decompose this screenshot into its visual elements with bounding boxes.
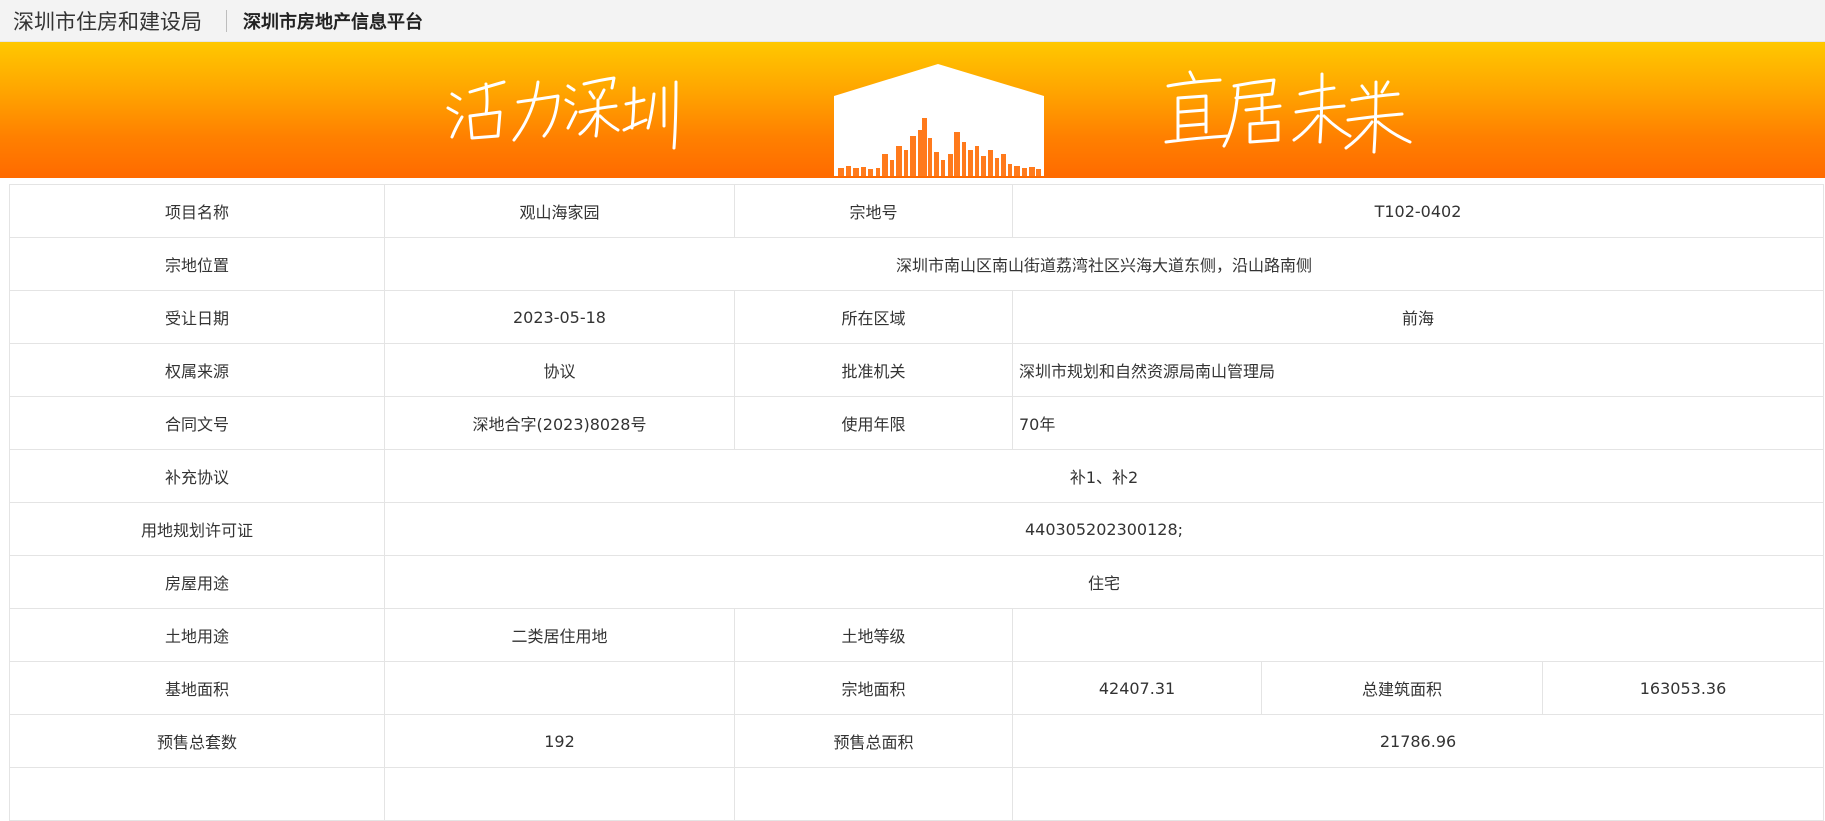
permit-value: 440305202300128; (383, 502, 1825, 556)
table-row: 预售总套数 192 预售总面积 21786.96 (9, 714, 1825, 768)
location-value: 深圳市南山区南山街道荔湾社区兴海大道东侧，沿山路南侧 (383, 237, 1825, 291)
empty-cell (734, 767, 1013, 821)
land-grade-value (1011, 608, 1825, 662)
permit-label: 用地规划许可证 (9, 502, 385, 556)
table-row: 受让日期 2023-05-18 所在区域 前海 (9, 290, 1825, 344)
transfer-date-label: 受让日期 (9, 290, 385, 344)
approval-label: 批准机关 (734, 343, 1013, 397)
presale-units-value: 192 (384, 714, 735, 768)
table-row: 土地用途 二类居住用地 土地等级 (9, 608, 1825, 662)
location-label: 宗地位置 (9, 237, 385, 291)
presale-area-label: 预售总面积 (734, 714, 1013, 768)
term-label: 使用年限 (734, 396, 1013, 450)
project-info-table: 项目名称 观山海家园 宗地号 T102-0402 宗地位置 深圳市南山区南山街道… (9, 184, 1825, 821)
lot-no-value: T102-0402 (1011, 184, 1825, 238)
lot-area-label: 宗地面积 (734, 661, 1013, 715)
house-skyline-logo (834, 64, 1044, 176)
lot-area-value: 42407.31 (1012, 661, 1262, 715)
table-row: 补充协议 补1、补2 (9, 449, 1825, 503)
project-name-label: 项目名称 (9, 184, 385, 238)
table-row: 房屋用途 住宅 (9, 555, 1825, 609)
empty-cell (1011, 767, 1825, 821)
usage-value: 住宅 (383, 555, 1825, 609)
project-info-table-wrapper: 项目名称 观山海家园 宗地号 T102-0402 宗地位置 深圳市南山区南山街道… (9, 184, 1825, 821)
presale-area-value: 21786.96 (1011, 714, 1825, 768)
project-name-value: 观山海家园 (384, 184, 735, 238)
banner-graphic (446, 64, 1412, 176)
slogan-left-calligraphy (446, 76, 678, 150)
table-row: 宗地位置 深圳市南山区南山街道荔湾社区兴海大道东侧，沿山路南侧 (9, 237, 1825, 291)
transfer-date-value: 2023-05-18 (384, 290, 735, 344)
empty-cell (9, 767, 385, 821)
org-name[interactable]: 深圳市住房和建设局 (13, 6, 202, 36)
table-row (9, 767, 1825, 821)
slogan-right-calligraphy (1164, 70, 1412, 154)
land-use-value: 二类居住用地 (384, 608, 735, 662)
contract-label: 合同文号 (9, 396, 385, 450)
table-row: 用地规划许可证 440305202300128; (9, 502, 1825, 556)
land-use-label: 土地用途 (9, 608, 385, 662)
ownership-value: 协议 (384, 343, 735, 397)
table-row: 合同文号 深地合字(2023)8028号 使用年限 70年 (9, 396, 1825, 450)
lot-no-label: 宗地号 (734, 184, 1013, 238)
table-row: 项目名称 观山海家园 宗地号 T102-0402 (9, 184, 1825, 238)
total-floor-area-label: 总建筑面积 (1261, 661, 1543, 715)
platform-name[interactable]: 深圳市房地产信息平台 (243, 8, 423, 34)
district-label: 所在区域 (734, 290, 1013, 344)
banner (0, 42, 1825, 178)
approval-value: 深圳市规划和自然资源局南山管理局 (1011, 343, 1825, 397)
header-divider (226, 9, 227, 32)
presale-units-label: 预售总套数 (9, 714, 385, 768)
table-row: 权属来源 协议 批准机关 深圳市规划和自然资源局南山管理局 (9, 343, 1825, 397)
term-value: 70年 (1011, 396, 1825, 450)
supplement-label: 补充协议 (9, 449, 385, 503)
total-floor-area-value: 163053.36 (1541, 661, 1825, 715)
base-area-label: 基地面积 (9, 661, 385, 715)
land-grade-label: 土地等级 (734, 608, 1013, 662)
base-area-value (384, 661, 735, 715)
supplement-value: 补1、补2 (383, 449, 1825, 503)
top-bar: 深圳市住房和建设局 深圳市房地产信息平台 (0, 0, 1825, 42)
contract-value: 深地合字(2023)8028号 (384, 396, 735, 450)
district-value: 前海 (1011, 290, 1825, 344)
ownership-label: 权属来源 (9, 343, 385, 397)
empty-cell (384, 767, 735, 821)
table-row: 基地面积 宗地面积 42407.31 总建筑面积 163053.36 (9, 661, 1825, 715)
usage-label: 房屋用途 (9, 555, 385, 609)
